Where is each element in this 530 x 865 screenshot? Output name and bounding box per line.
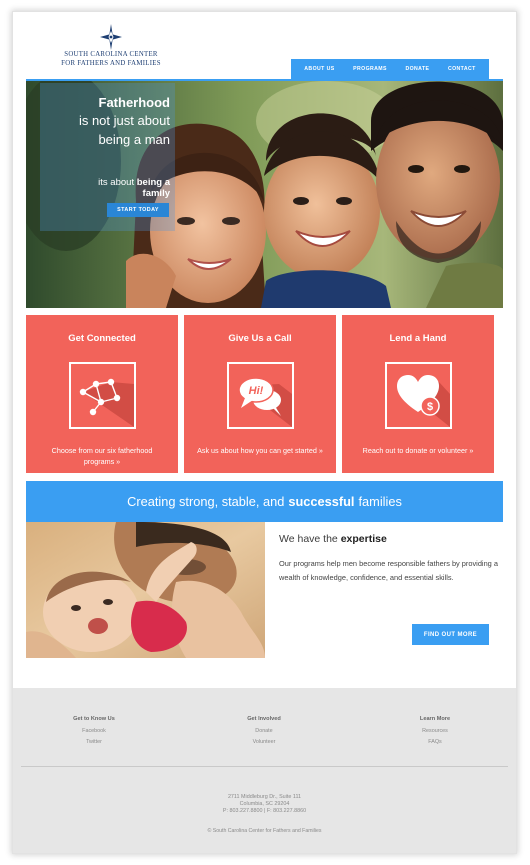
hero-tagline-2: family: [142, 188, 170, 199]
hero-headline-2: is not just about: [78, 113, 170, 128]
svg-text:$: $: [427, 401, 433, 413]
speech-bubble-icon: Hi!: [227, 362, 294, 429]
footer-link-donate[interactable]: Donate: [204, 728, 324, 734]
find-out-more-button[interactable]: FIND OUT MORE: [412, 624, 489, 645]
footer-link-volunteer[interactable]: Volunteer: [204, 739, 324, 745]
compass-star-icon: [100, 24, 122, 50]
card-lend-a-hand[interactable]: Lend a Hand $ Reach out to donate or vol…: [342, 315, 494, 473]
footer-divider: [21, 766, 508, 767]
logo[interactable]: SOUTH CAROLINA CENTER FOR FATHERS AND FA…: [53, 24, 169, 70]
footer-link-twitter[interactable]: Twitter: [34, 739, 154, 745]
footer-copyright: © South Carolina Center for Fathers and …: [207, 828, 322, 834]
expertise-body: Our programs help men become responsible…: [279, 559, 498, 582]
hero-headline-1: Fatherhood: [98, 95, 171, 110]
banner-bold: successful: [288, 494, 355, 509]
start-today-button[interactable]: START TODAY: [107, 203, 169, 217]
footer-phone-fax: P: 803.227.8800 | F: 803.227.8860: [222, 808, 307, 814]
footer-address-street: 2711 Middleburg Dr., Suite 111: [227, 794, 302, 800]
card-link[interactable]: Reach out to donate or volunteer »: [352, 445, 484, 456]
footer-column-get-to-know-us: Get to Know Us Facebook Twitter: [34, 716, 154, 750]
nav-donate[interactable]: DONATE: [405, 66, 429, 72]
footer-address-city: Columbia, SC 29204: [239, 801, 290, 807]
footer-heading: Get Involved: [247, 716, 281, 722]
footer-column-learn-more: Learn More Resources FAQs: [375, 716, 495, 750]
heart-dollar-icon: $: [385, 362, 452, 429]
tagline-banner: Creating strong, stable, and successful …: [26, 481, 503, 522]
banner-prefix: Creating strong, stable, and: [127, 494, 285, 509]
svg-text:Hi!: Hi!: [249, 385, 264, 397]
card-title: Give Us a Call: [228, 333, 292, 344]
hero-tagline-1: its about being a: [98, 177, 170, 188]
page-frame: SOUTH CAROLINA CENTER FOR FATHERS AND FA…: [13, 12, 516, 853]
banner-suffix: families: [358, 494, 402, 509]
network-icon: [69, 362, 136, 429]
nav-programs[interactable]: PROGRAMS: [353, 66, 387, 72]
footer-column-get-involved: Get Involved Donate Volunteer: [204, 716, 324, 750]
footer-heading: Learn More: [419, 716, 451, 722]
nav-about-us[interactable]: ABOUT US: [304, 66, 334, 72]
footer-link-facebook[interactable]: Facebook: [34, 728, 154, 734]
footer: Get to Know Us Facebook Twitter Get Invo…: [13, 688, 516, 853]
nav-contact[interactable]: CONTACT: [448, 66, 476, 72]
hero-section: Fatherhood is not just about being a man…: [26, 81, 503, 308]
card-title: Get Connected: [68, 333, 136, 344]
expertise-heading: We have the expertise: [279, 533, 387, 545]
card-give-us-a-call[interactable]: Give Us a Call Hi! Ask us about how you …: [184, 315, 336, 473]
card-link[interactable]: Choose from our six fatherhood programs …: [36, 445, 168, 467]
father-baby-photo: [26, 522, 265, 658]
card-get-connected[interactable]: Get Connected Choose from our six father…: [26, 315, 178, 473]
footer-link-resources[interactable]: Resources: [375, 728, 495, 734]
footer-link-faqs[interactable]: FAQs: [375, 739, 495, 745]
footer-heading: Get to Know Us: [73, 716, 115, 722]
logo-line-2: FOR FATHERS AND FAMILIES: [61, 60, 161, 67]
card-link[interactable]: Ask us about how you can get started »: [194, 445, 326, 456]
hero-headline-3: being a man: [98, 132, 170, 147]
logo-line-1: SOUTH CAROLINA CENTER: [64, 51, 158, 58]
card-title: Lend a Hand: [389, 333, 447, 344]
main-nav: ABOUT US PROGRAMS DONATE CONTACT: [291, 59, 489, 79]
